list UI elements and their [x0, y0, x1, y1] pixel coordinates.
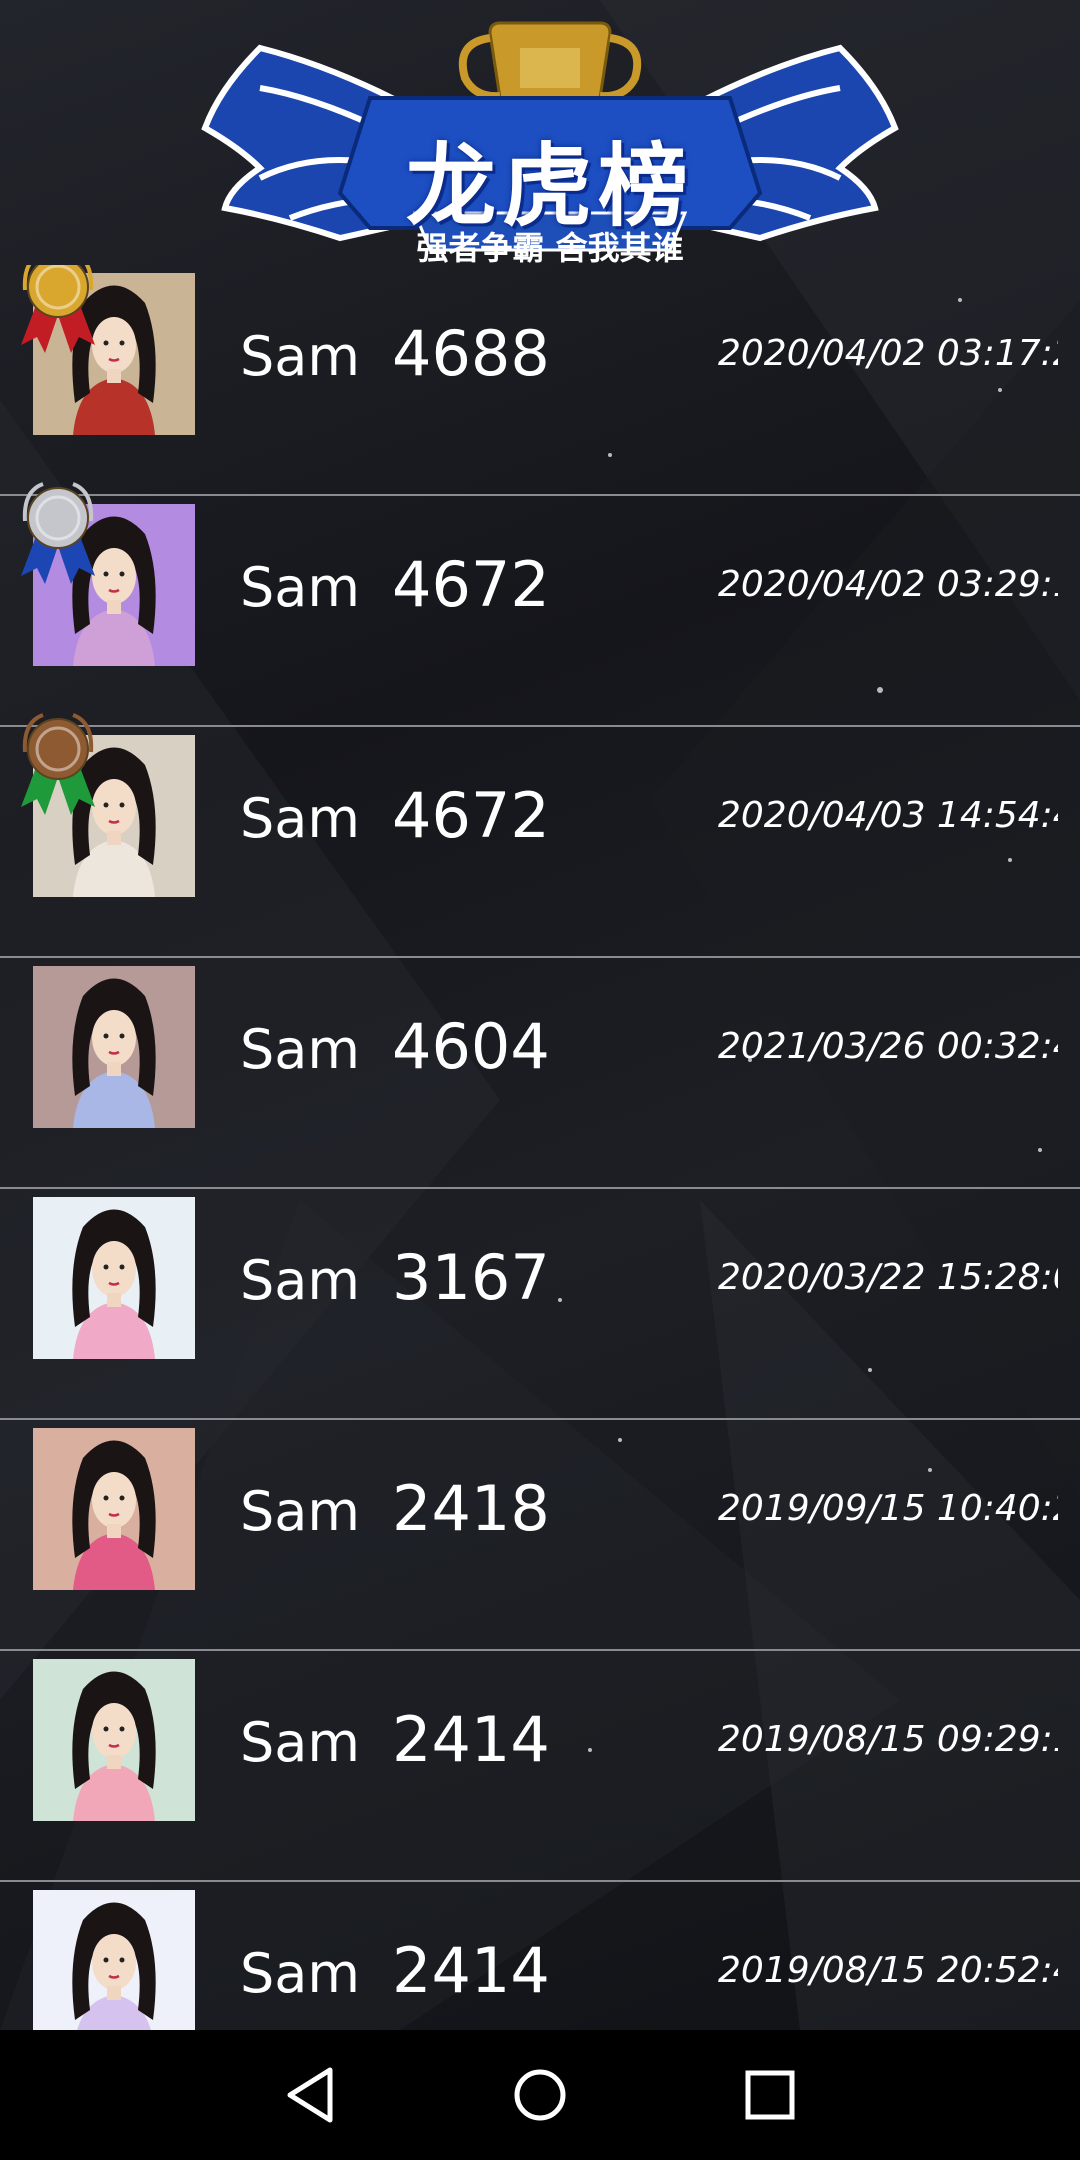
- score-timestamp: 2020/04/02 03:17:22: [718, 333, 1058, 374]
- player-name: Sam: [240, 1018, 360, 1081]
- score-timestamp: 2020/04/02 03:29:19: [718, 564, 1058, 605]
- score-timestamp: 2019/09/15 10:40:25: [718, 1488, 1058, 1529]
- leaderboard-header: 龙虎榜 强者争霸 舍我其谁: [0, 0, 1080, 270]
- leaderboard-row[interactable]: Sam 4672 2020/04/03 14:54:47: [0, 713, 1080, 958]
- home-icon[interactable]: [505, 2060, 575, 2130]
- leaderboard-logo: 龙虎榜 强者争霸 舍我其谁: [200, 18, 900, 268]
- system-navigation-bar: [0, 2030, 1080, 2160]
- leaderboard-row[interactable]: Sam 4604 2021/03/26 00:32:45: [0, 958, 1080, 1189]
- bronze-medal-icon: [21, 713, 95, 815]
- score-timestamp: 2020/04/03 14:54:47: [718, 795, 1058, 836]
- leaderboard-row[interactable]: Sam 2414 2019/08/15 09:29:15: [0, 1651, 1080, 1882]
- player-avatar[interactable]: [33, 1428, 195, 1590]
- player-avatar[interactable]: [33, 966, 195, 1128]
- score-timestamp: 2020/03/22 15:28:08: [718, 1257, 1058, 1298]
- leaderboard-row[interactable]: Sam 2418 2019/09/15 10:40:25: [0, 1420, 1080, 1651]
- leaderboard-row[interactable]: Sam 3167 2020/03/22 15:28:08: [0, 1189, 1080, 1420]
- player-name: Sam: [240, 556, 360, 619]
- player-name: Sam: [240, 1480, 360, 1543]
- player-score: 4688: [392, 317, 550, 390]
- score-timestamp: 2019/08/15 09:29:15: [718, 1719, 1058, 1760]
- player-name: Sam: [240, 1942, 360, 2005]
- score-timestamp: 2019/08/15 20:52:42: [718, 1950, 1058, 1991]
- leaderboard-row[interactable]: Sam 4672 2020/04/02 03:29:19: [0, 482, 1080, 727]
- leaderboard-row[interactable]: Sam 4688 2020/04/02 03:17:22: [0, 265, 1080, 496]
- recents-icon[interactable]: [735, 2060, 805, 2130]
- player-score: 2414: [392, 1934, 550, 2007]
- player-avatar[interactable]: [33, 1890, 195, 2030]
- player-score: 3167: [392, 1241, 550, 1314]
- player-score: 4672: [392, 779, 550, 852]
- player-score: 4604: [392, 1010, 550, 1083]
- back-icon[interactable]: [275, 2060, 345, 2130]
- player-avatar[interactable]: [33, 1197, 195, 1359]
- player-name: Sam: [240, 1711, 360, 1774]
- leaderboard-list[interactable]: Sam 4688 2020/04/02 03:17:22 Sam 4672 2020/04…: [0, 265, 1080, 2030]
- gold-medal-icon: [21, 265, 95, 353]
- player-name: Sam: [240, 787, 360, 850]
- leaderboard-row[interactable]: Sam 2414 2019/08/15 20:52:42: [0, 1882, 1080, 2030]
- silver-medal-icon: [21, 482, 95, 584]
- player-score: 2414: [392, 1703, 550, 1776]
- player-name: Sam: [240, 1249, 360, 1312]
- player-score: 2418: [392, 1472, 550, 1545]
- logo-subtitle: 强者争霸 舍我其谁: [416, 229, 684, 267]
- score-timestamp: 2021/03/26 00:32:45: [718, 1026, 1058, 1067]
- player-score: 4672: [392, 548, 550, 621]
- player-avatar[interactable]: [33, 1659, 195, 1821]
- player-name: Sam: [240, 325, 360, 388]
